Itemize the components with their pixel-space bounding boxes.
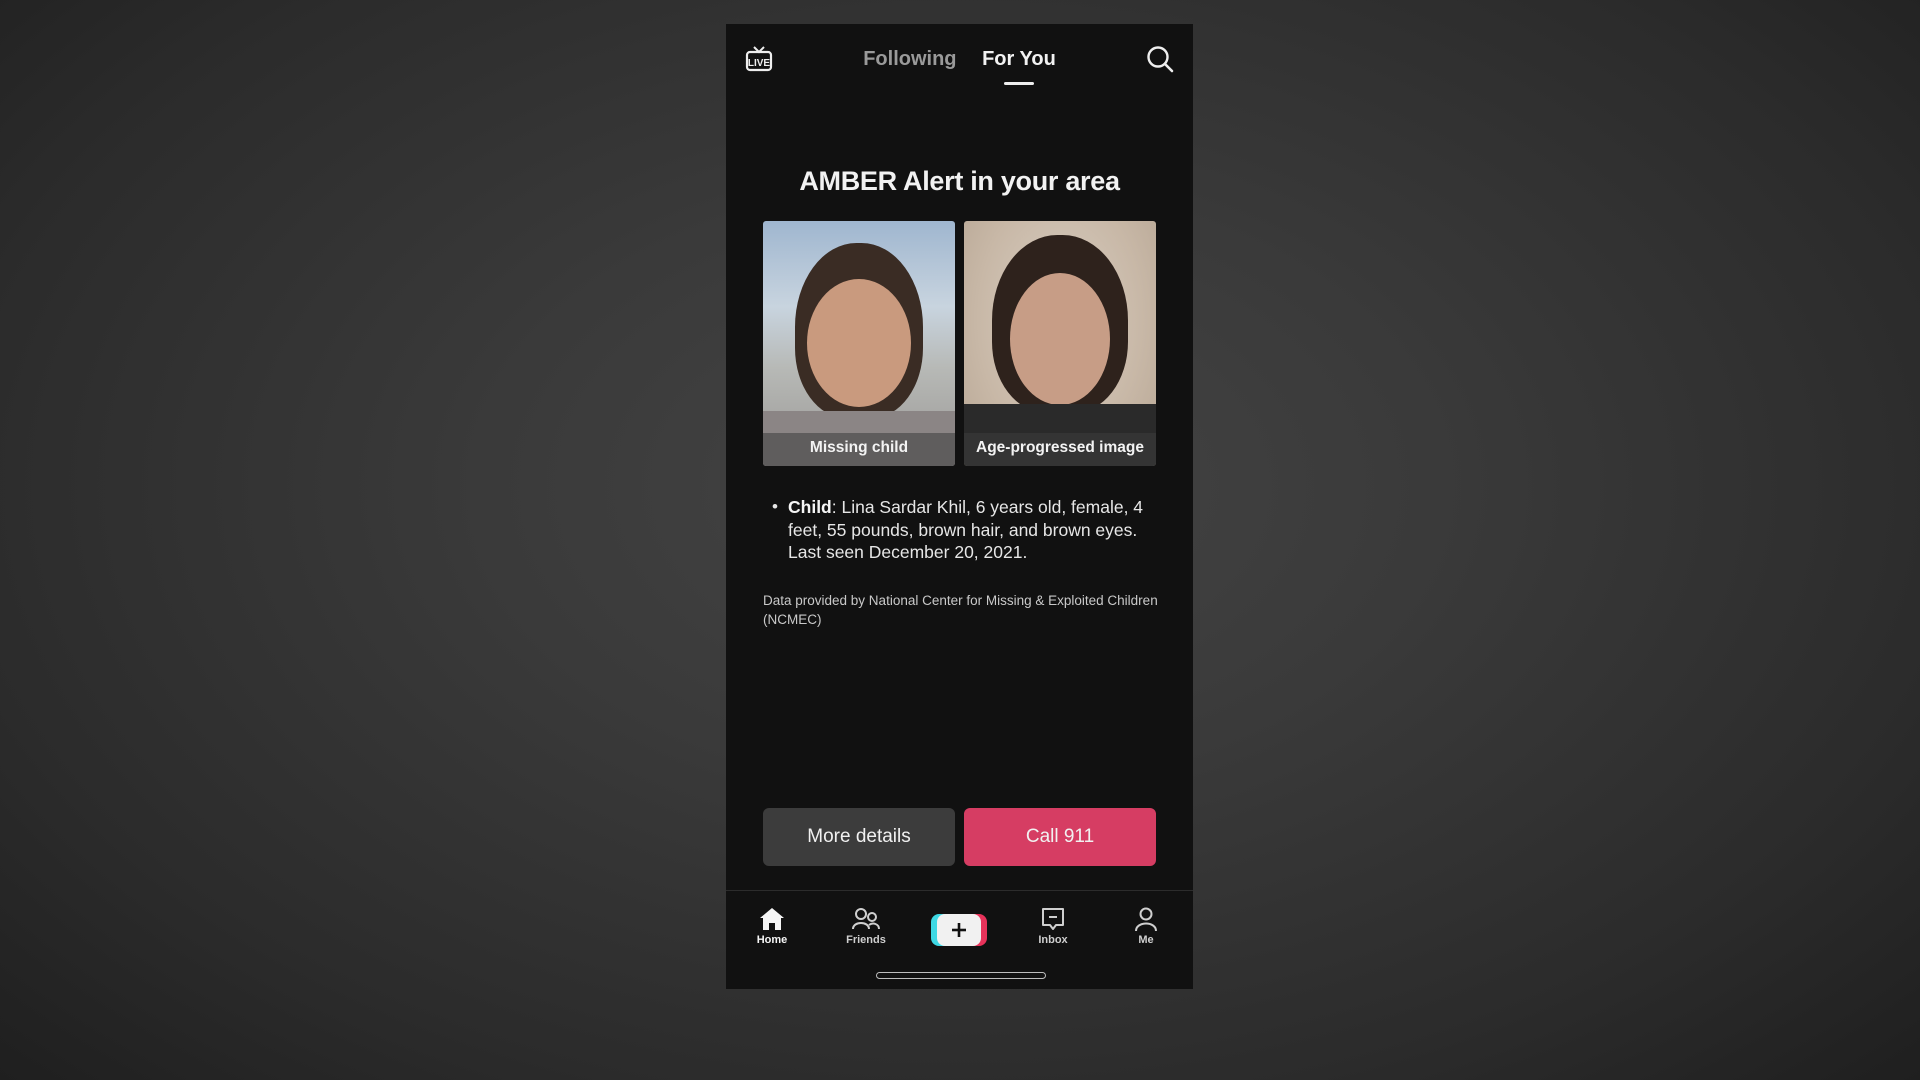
nav-inbox[interactable]: Inbox xyxy=(1013,900,1093,946)
nav-label: Friends xyxy=(846,934,886,946)
nav-label: Inbox xyxy=(1038,934,1068,946)
home-icon xyxy=(760,908,784,930)
photo-caption: Missing child xyxy=(763,433,955,466)
profile-icon xyxy=(1135,907,1157,932)
create-plus-icon xyxy=(931,914,987,946)
nav-label: Home xyxy=(756,934,788,946)
search-icon[interactable] xyxy=(1145,44,1175,74)
bullet-icon: • xyxy=(772,497,778,516)
photo-face xyxy=(807,279,911,407)
nav-friends[interactable]: Friends xyxy=(826,900,906,946)
alert-title: AMBER Alert in your area xyxy=(799,166,1120,196)
nav-me[interactable]: Me xyxy=(1106,900,1186,946)
nav-create[interactable] xyxy=(919,900,999,960)
feed-tabs: Following For You xyxy=(726,48,1193,85)
details-text: : Lina Sardar Khil, 6 years old, female,… xyxy=(788,497,1144,562)
tab-for-you[interactable]: For You xyxy=(982,48,1056,85)
inbox-icon xyxy=(1042,908,1064,930)
friends-icon xyxy=(852,908,880,930)
missing-child-photo: Missing child xyxy=(763,221,955,466)
age-progressed-photo: Age-progressed image xyxy=(964,221,1156,466)
nav-divider xyxy=(726,890,1193,891)
bottom-nav: Home Friends Inbox Me xyxy=(726,900,1193,970)
child-details: • Child: Lina Sardar Khil, 6 years old, … xyxy=(772,496,1163,564)
top-bar: LIVE Following For You xyxy=(726,24,1193,104)
tab-following[interactable]: Following xyxy=(863,48,956,71)
home-indicator[interactable] xyxy=(875,972,1046,979)
data-source-note: Data provided by National Center for Mis… xyxy=(763,593,1158,627)
more-details-button[interactable]: More details xyxy=(763,808,955,866)
call-911-button[interactable]: Call 911 xyxy=(964,808,1156,866)
phone-screen: LIVE Following For You AMBER Alert in yo… xyxy=(726,24,1193,989)
details-label: Child xyxy=(788,497,832,517)
nav-label: Me xyxy=(1138,934,1154,946)
photo-face xyxy=(1010,273,1110,405)
photo-caption: Age-progressed image xyxy=(964,433,1156,466)
nav-home[interactable]: Home xyxy=(732,900,812,946)
